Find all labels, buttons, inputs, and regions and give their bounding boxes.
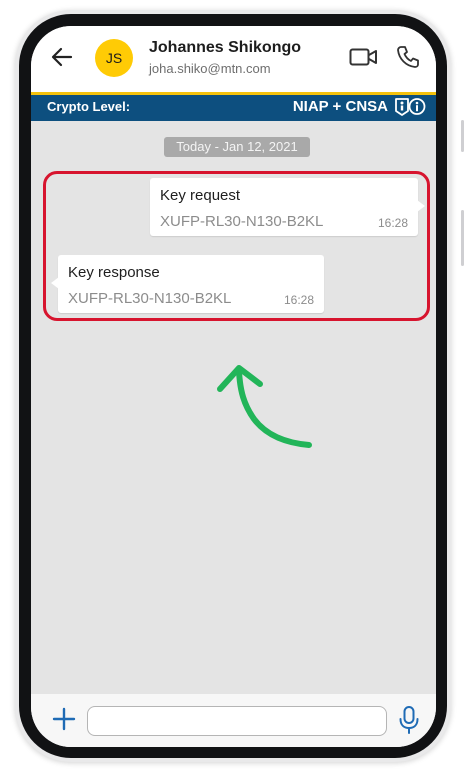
video-call-button[interactable] (349, 46, 379, 68)
avatar-initials: JS (105, 50, 123, 66)
crypto-level-label: Crypto Level: (47, 99, 131, 114)
message-input-bar (31, 694, 436, 747)
chat-header: JS Johannes Shikongo joha.shiko@mtn.com (31, 26, 436, 94)
message-input[interactable] (87, 706, 387, 736)
message-bubble-outgoing[interactable]: Key request XUFP-RL30-N130-B2KL 16:28 (150, 178, 425, 236)
back-button[interactable] (49, 44, 75, 70)
crypto-level-bar: Crypto Level: NIAP + CNSA (31, 92, 436, 121)
contact-name[interactable]: Johannes Shikongo (149, 39, 301, 57)
add-attachment-button[interactable] (51, 706, 77, 732)
crypto-level-value: NIAP + CNSA (292, 98, 388, 115)
date-separator: Today - Jan 12, 2021 (164, 137, 310, 157)
microphone-icon (399, 706, 419, 734)
message-timestamp: 16:28 (283, 293, 314, 307)
phone-side-button-lower (461, 210, 464, 266)
green-arrow-annotation (217, 365, 312, 448)
video-camera-icon (349, 48, 377, 66)
plus-icon (52, 707, 76, 731)
security-info-icon (395, 98, 426, 116)
message-key-code: XUFP-RL30-N130-B2KL (68, 290, 232, 307)
back-arrow-icon (51, 47, 73, 67)
message-bubble-incoming[interactable]: Key response XUFP-RL30-N130-B2KL 16:28 (51, 255, 324, 313)
crypto-info-button[interactable] (394, 97, 426, 117)
message-title: Key response (68, 264, 160, 281)
phone-icon (397, 46, 419, 68)
message-key-code: XUFP-RL30-N130-B2KL (160, 213, 324, 230)
phone-screen: JS Johannes Shikongo joha.shiko@mtn.com … (31, 26, 436, 747)
phone-side-button-upper (461, 120, 464, 152)
microphone-button[interactable] (397, 704, 421, 736)
avatar[interactable]: JS (95, 39, 133, 77)
voice-call-button[interactable] (395, 44, 421, 70)
contact-email: joha.shiko@mtn.com (149, 61, 271, 76)
message-title: Key request (160, 187, 241, 204)
message-timestamp: 16:28 (377, 216, 408, 230)
